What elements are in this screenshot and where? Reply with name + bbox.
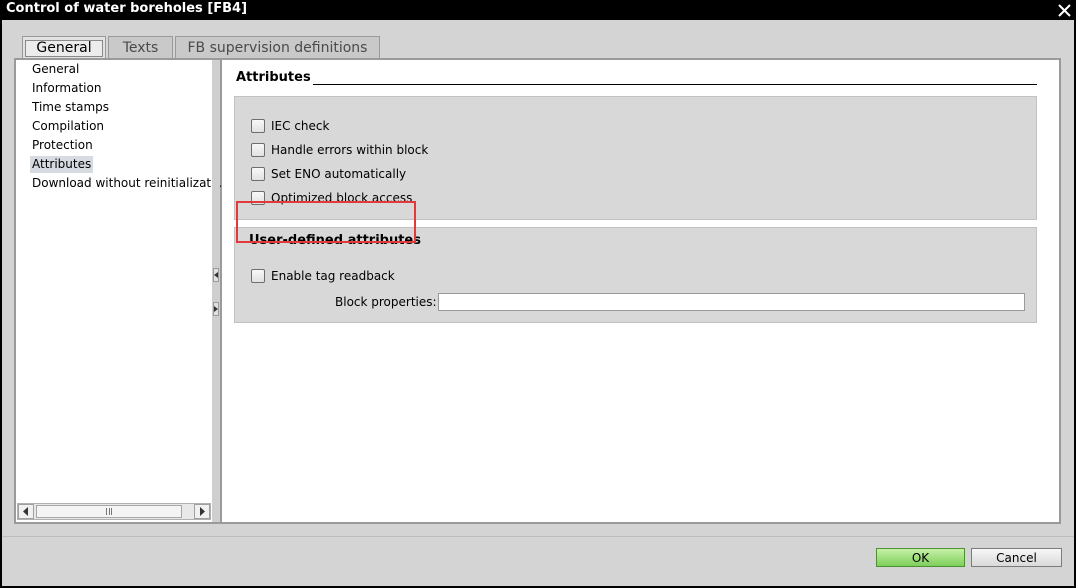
properties-dialog: General Texts FB supervision definitions… [2,20,1074,586]
close-icon[interactable] [1056,0,1072,20]
enable-tag-readback-label: Enable tag readback [271,269,395,283]
optimized-block-access-label: Optimized block access [271,191,413,205]
tab-fb-supervision-definitions[interactable]: FB supervision definitions [175,36,380,58]
collapse-left-button[interactable] [213,268,219,282]
nav-item-download-without-reinitialization[interactable]: Download without reinitializati... [30,175,228,192]
handle-errors-label: Handle errors within block [271,143,429,157]
footer-divider [2,536,1074,537]
scroll-left-button[interactable] [18,504,34,519]
tab-general-label: General [25,39,103,57]
enable-tag-readback-option[interactable]: Enable tag readback [251,268,395,284]
optimized-block-access-option[interactable]: Optimized block access [251,190,412,206]
nav-item-protection[interactable]: Protection [30,137,95,154]
tab-texts[interactable]: Texts [108,36,173,58]
set-eno-label: Set ENO automatically [271,167,407,181]
nav-item-attributes[interactable]: Attributes [30,156,94,173]
iec-check-label: IEC check [271,119,330,133]
set-eno-option[interactable]: Set ENO automatically [251,166,406,182]
tab-general[interactable]: General [22,36,106,59]
arrow-left-icon [214,272,218,278]
enable-tag-readback-checkbox[interactable] [251,269,265,283]
section-title: Attributes [236,70,311,85]
chevron-right-icon [200,507,205,516]
attributes-panel: Attributes IEC check Handle errors withi… [222,60,1059,522]
left-navigation: General Information Time stamps Compilat… [16,60,226,522]
pane-splitter[interactable] [212,60,220,522]
window-title: Control of water boreholes [FB4] [6,1,248,16]
iec-check-option[interactable]: IEC check [251,118,329,134]
nav-item-time-stamps[interactable]: Time stamps [30,99,111,116]
optimized-block-access-checkbox[interactable] [251,191,265,205]
title-bar: Control of water boreholes [FB4] [0,0,1076,20]
chevron-left-icon [23,507,28,516]
user-defined-attributes-group: User-defined attributes Enable tag readb… [234,227,1037,323]
handle-errors-checkbox[interactable] [251,143,265,157]
content-area: General Information Time stamps Compilat… [14,58,1061,524]
scroll-thumb[interactable] [36,505,182,518]
cancel-button[interactable]: Cancel [971,548,1062,567]
grip-icon [106,508,112,515]
nav-item-compilation[interactable]: Compilation [30,118,106,135]
expand-right-button[interactable] [213,302,219,316]
block-properties-input[interactable] [438,293,1025,311]
section-divider [313,84,1037,85]
block-properties-label: Block properties: [335,295,437,309]
nav-item-general[interactable]: General [30,61,81,78]
ok-button[interactable]: OK [876,548,965,567]
horizontal-scrollbar[interactable] [17,503,211,520]
user-defined-attributes-title: User-defined attributes [249,233,421,248]
arrow-right-icon [214,306,218,312]
set-eno-checkbox[interactable] [251,167,265,181]
scroll-right-button[interactable] [194,504,210,519]
handle-errors-option[interactable]: Handle errors within block [251,142,428,158]
nav-item-information[interactable]: Information [30,80,103,97]
iec-check-checkbox[interactable] [251,119,265,133]
attributes-group: IEC check Handle errors within block Set… [234,96,1037,220]
